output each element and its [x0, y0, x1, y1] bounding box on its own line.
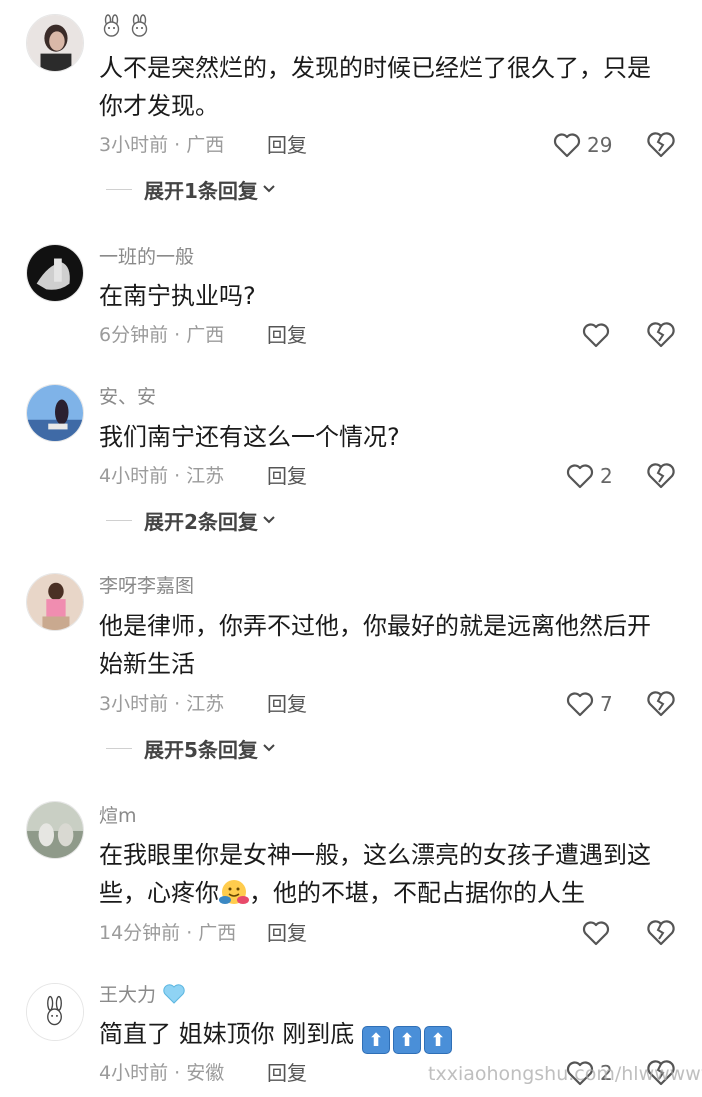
username[interactable]: 煊m [99, 803, 137, 829]
comment-time-location: 6分钟前 · 广西 [99, 324, 225, 346]
heart-outline-icon [582, 921, 610, 946]
expand-replies-label: 展开5条回复 [144, 737, 258, 762]
comment-time-location: 14分钟前 · 广西 [99, 922, 237, 944]
dislike-button[interactable] [646, 461, 676, 491]
reply-button[interactable]: 回复 [267, 321, 307, 349]
heart-outline-icon [582, 323, 610, 348]
username[interactable]: 王大力 [99, 982, 186, 1008]
comment-text-part: ，他的不堪，不配占据你的人生 [249, 879, 585, 907]
comment-time-location: 4小时前 · 安徽 [99, 1062, 225, 1084]
dislike-button[interactable] [646, 130, 676, 160]
comment-text-part: 简直了 姐妹顶你 刚到底 [99, 1020, 355, 1048]
avatar[interactable] [26, 801, 84, 859]
reply-button[interactable]: 回复 [267, 131, 307, 159]
comment-time-location: 4小时前 · 江苏 [99, 465, 225, 487]
reply-button[interactable]: 回复 [267, 690, 307, 718]
avatar[interactable] [26, 384, 84, 442]
comment-time-location: 3小时前 · 广西 [99, 134, 225, 156]
avatar[interactable] [26, 573, 84, 631]
comment-text: 简直了 姐妹顶你 刚到底 ⬆ ⬆ ⬆ [99, 1015, 674, 1054]
like-count: 7 [600, 692, 613, 716]
expand-replies[interactable]: 展开2条回复 [106, 505, 276, 535]
heart-outline-icon [566, 464, 594, 489]
rabbit-face-icon [103, 14, 148, 37]
username[interactable]: 安、安 [99, 384, 156, 410]
chevron-down-icon [263, 744, 275, 752]
comment-text: 他是律师，你弄不过他，你最好的就是远离他然后开始新生活 [99, 612, 651, 678]
up-arrow-icon: ⬆ [423, 1026, 452, 1054]
broken-heart-icon [647, 132, 675, 158]
comment-time-location: 3小时前 · 江苏 [99, 693, 225, 715]
comment-text: 人不是突然烂的，发现的时候已经烂了很久了，只是你才发现。 [99, 54, 651, 120]
like-button[interactable]: 7 [566, 688, 613, 720]
hug-emoji-icon [219, 878, 249, 917]
like-count: 2 [600, 464, 613, 488]
expand-replies-label: 展开1条回复 [144, 178, 258, 203]
comment-text: 在我眼里你是女神一般，这么漂亮的女孩子遭遇到这些，心疼你 ，他的不堪，不配占据你的… [99, 836, 674, 917]
up-arrow-icon: ⬆ [361, 1026, 390, 1054]
heart-outline-icon [566, 692, 594, 717]
avatar[interactable] [26, 244, 84, 302]
like-count: 29 [587, 133, 613, 157]
username[interactable]: 一班的一般 [99, 244, 194, 270]
reply-button[interactable]: 回复 [267, 919, 307, 947]
expand-replies[interactable]: 展开5条回复 [106, 733, 276, 763]
avatar[interactable] [26, 14, 84, 72]
light-blue-heart-icon [163, 984, 185, 1004]
expand-replies-label: 展开2条回复 [144, 509, 258, 534]
reply-button[interactable]: 回复 [267, 462, 307, 490]
dislike-button[interactable] [646, 320, 676, 350]
comment-text: 我们南宁还有这么一个情况? [99, 423, 400, 451]
expand-replies[interactable]: 展开1条回复 [106, 174, 276, 204]
username-text: 王大力 [99, 984, 157, 1006]
broken-heart-icon [647, 463, 675, 489]
like-button[interactable]: 29 [553, 129, 612, 161]
like-button[interactable] [582, 319, 610, 351]
dislike-button[interactable] [646, 689, 676, 719]
broken-heart-icon [647, 691, 675, 717]
heart-outline-icon [553, 133, 581, 158]
reply-button[interactable]: 回复 [267, 1059, 307, 1087]
up-arrow-icon: ⬆ [392, 1026, 421, 1054]
like-button[interactable]: 2 [566, 460, 613, 492]
watermark: txxiaohongshu.com/hlwwwww [428, 1063, 702, 1085]
username[interactable]: 李呀李嘉图 [99, 573, 194, 599]
broken-heart-icon [647, 322, 675, 348]
broken-heart-icon [647, 920, 675, 946]
comment-text: 在南宁执业吗? [99, 282, 256, 310]
like-button[interactable] [582, 917, 610, 949]
chevron-down-icon [263, 516, 275, 524]
dislike-button[interactable] [646, 918, 676, 948]
avatar[interactable] [26, 983, 84, 1041]
chevron-down-icon [263, 185, 275, 193]
username[interactable] [99, 14, 155, 40]
